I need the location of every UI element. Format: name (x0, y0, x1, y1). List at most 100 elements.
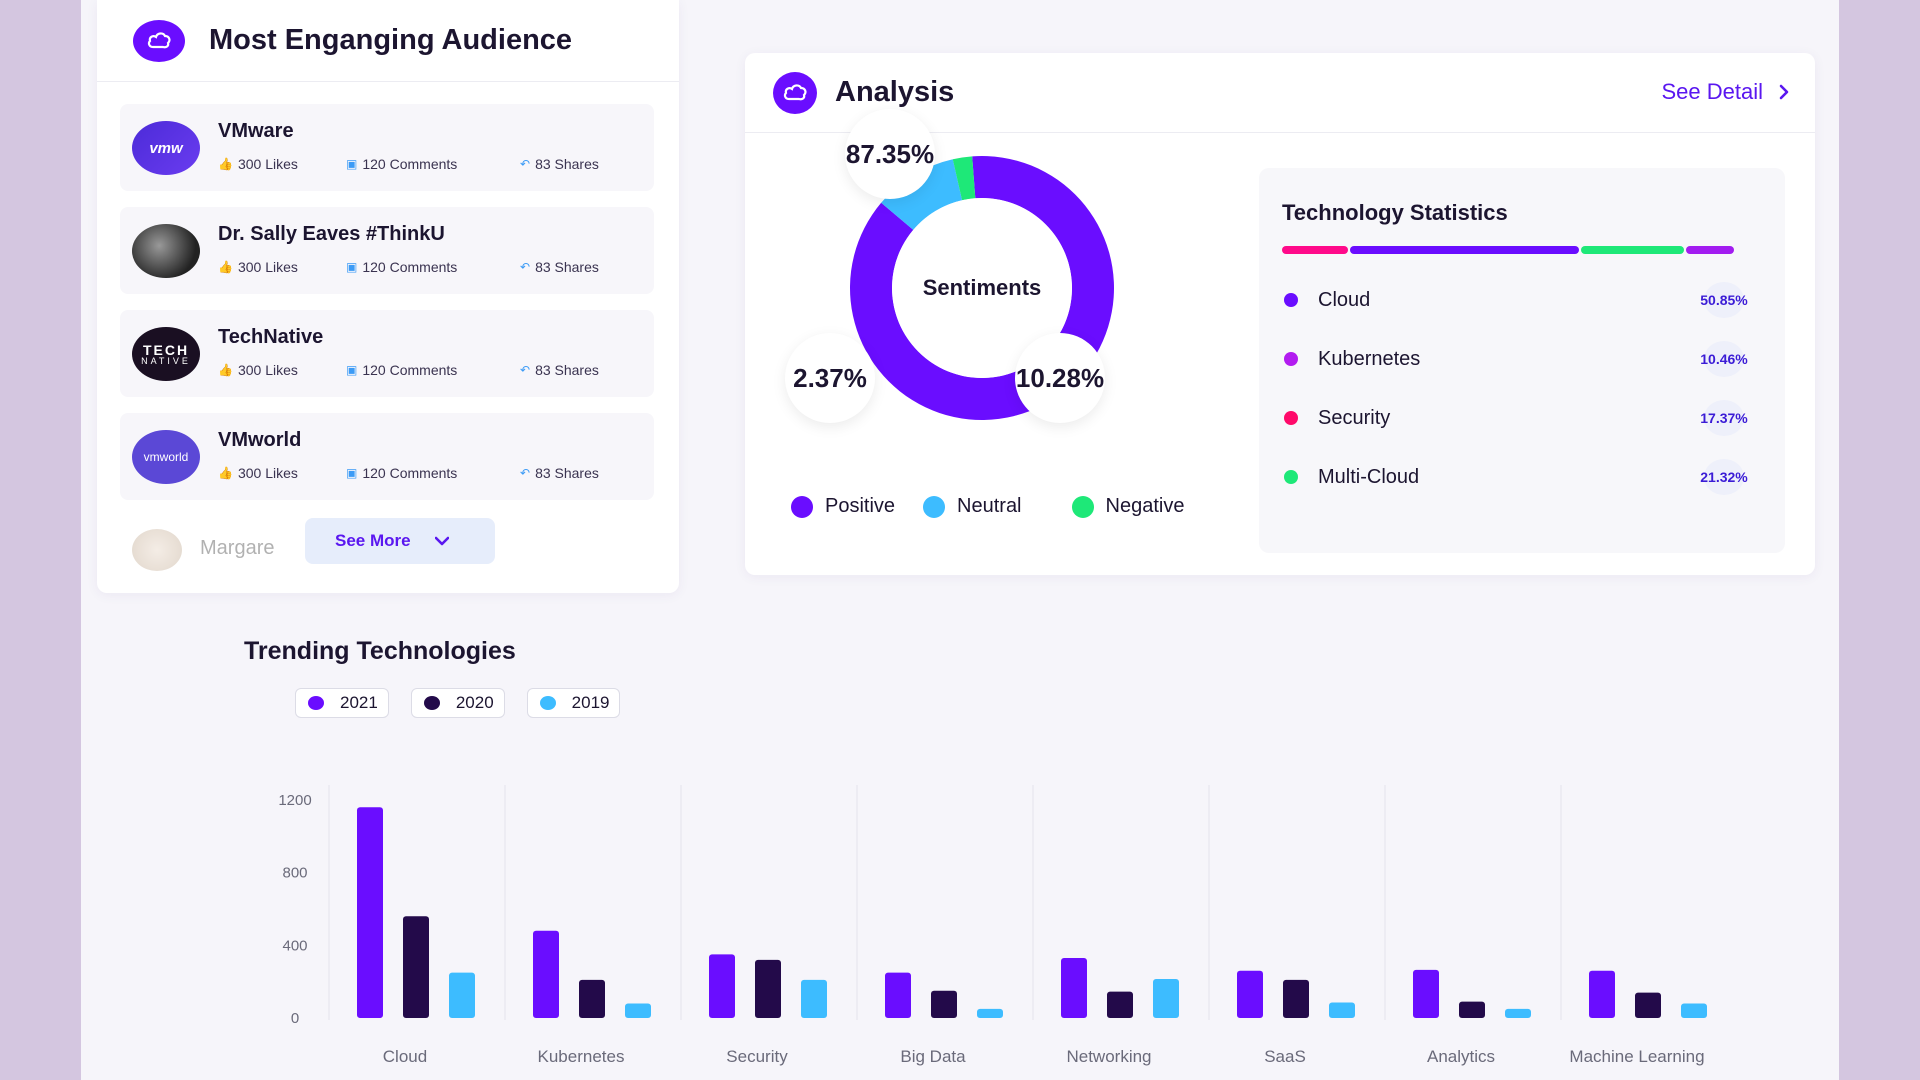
audience-item-name: VMware (218, 120, 294, 142)
comments-stat: ▣ 120 Comments (346, 259, 457, 275)
legend-2021[interactable]: 2021 (295, 688, 389, 718)
tech-percent: 21.32% (1700, 459, 1748, 495)
bar-2019 (977, 1008, 1003, 1018)
bar-2020 (1459, 1001, 1485, 1018)
likes-count: 300 Likes (237, 259, 298, 275)
bar-2021 (357, 807, 383, 1018)
audience-item-name: Margare (200, 537, 275, 559)
x-category-label: Security (726, 1047, 788, 1066)
bar-2019 (1153, 978, 1179, 1018)
bar-2019 (449, 972, 475, 1018)
cloud-icon (133, 19, 185, 62)
tech-dot (1284, 411, 1298, 425)
audience-item[interactable]: vmworld VMworld 👍 300 Likes ▣ 120 Comments… (120, 413, 654, 500)
likes-stat: 👍 300 Likes (218, 259, 298, 275)
analysis-title: Analysis (835, 76, 955, 108)
x-category-label: Kubernetes (538, 1047, 625, 1066)
tech-row-multi-cloud: Multi-Cloud 21.32% (1284, 457, 1748, 497)
shares-count: 83 Shares (535, 465, 599, 481)
legend-2019[interactable]: 2019 (526, 688, 621, 718)
x-category-label: Big Data (900, 1047, 966, 1066)
legend-negative: Negative (1071, 495, 1184, 518)
likes-stat: 👍 300 Likes (218, 465, 298, 481)
tech-bar-segment (1282, 246, 1348, 254)
see-detail-link[interactable]: See Detail (1661, 79, 1789, 105)
shares-stat: ↶ 83 Shares (520, 465, 599, 481)
tech-percent: 17.37% (1700, 400, 1748, 436)
tech-name: Kubernetes (1318, 347, 1421, 370)
tech-name: Cloud (1318, 288, 1371, 311)
bar-2021 (885, 972, 911, 1018)
audience-item-name: VMworld (218, 429, 302, 451)
bar-2021 (1061, 958, 1087, 1018)
likes-stat: 👍 300 Likes (218, 362, 298, 378)
audience-card: Most Enganging Audience vmw VMware 👍 300 … (97, 0, 679, 593)
comments-stat: ▣ 120 Comments (346, 465, 457, 481)
legend-dot (923, 495, 946, 518)
chevron-right-icon (1779, 84, 1789, 100)
tech-bar-segment (1349, 246, 1579, 254)
x-category-label: Analytics (1427, 1047, 1495, 1066)
technology-statistics-bar (1282, 246, 1736, 254)
technative-logo-text: TECH (142, 341, 190, 358)
audience-item[interactable]: vmw VMware 👍 300 Likes ▣ 120 Comments ↶ 83 … (120, 104, 654, 191)
margare-avatar (132, 529, 182, 571)
thumbs-up-icon: 👍 (218, 466, 233, 480)
legend-dot (1071, 495, 1094, 518)
cloud-icon (773, 71, 817, 114)
bar-2020 (579, 979, 605, 1018)
shares-count: 83 Shares (535, 362, 599, 378)
tech-row-kubernetes: Kubernetes 10.46% (1284, 339, 1748, 379)
trending-bar-chart: 1200 800 400 0 Cloud Kubernetes Security Big Da… (278, 785, 1707, 1066)
tech-name: Multi-Cloud (1318, 465, 1420, 488)
legend-label: 2020 (455, 693, 494, 712)
thumbs-up-icon: 👍 (218, 157, 233, 171)
chevron-down-icon (434, 536, 449, 546)
comments-count: 120 Comments (362, 259, 458, 275)
audience-item[interactable]: TECH NATIVE TechNative 👍 300 Likes ▣ 120 Co… (120, 310, 654, 397)
audience-card-header: Most Enganging Audience (97, 0, 679, 82)
likes-count: 300 Likes (237, 362, 298, 378)
bar-2020 (403, 916, 429, 1018)
trending-legend: 2021 2020 2019 (295, 688, 642, 718)
audience-item[interactable]: Dr. Sally Eaves #ThinkU 👍 300 Likes ▣ 120 … (120, 207, 654, 294)
positive-percent-bubble: 87.35% (845, 109, 935, 199)
negative-percent-bubble: 2.37% (785, 333, 875, 423)
shares-count: 83 Shares (535, 259, 599, 275)
comments-count: 120 Comments (362, 156, 458, 172)
legend-label: 2019 (571, 693, 610, 712)
legend-dot (791, 495, 813, 518)
legend-2020[interactable]: 2020 (410, 688, 505, 718)
see-detail-label: See Detail (1661, 79, 1763, 104)
bar-2019 (801, 979, 827, 1018)
comment-icon: ▣ (346, 157, 358, 171)
tech-dot (1284, 352, 1298, 366)
shares-stat: ↶ 83 Shares (520, 156, 599, 172)
share-icon: ↶ (520, 260, 531, 274)
tech-bar-segment (1686, 246, 1734, 254)
analysis-card: Analysis See Detail Sentiments 87.35% 2.… (745, 53, 1815, 575)
legend-dot (308, 696, 324, 710)
bar-2019 (1681, 1003, 1707, 1018)
legend-label: Positive (825, 495, 896, 517)
tech-percent: 50.85% (1700, 282, 1748, 318)
comments-count: 120 Comments (362, 465, 458, 481)
bar-2020 (1283, 979, 1309, 1018)
likes-count: 300 Likes (237, 465, 298, 481)
audience-title: Most Enganging Audience (209, 24, 573, 56)
neutral-percent-bubble: 10.28% (1015, 333, 1105, 423)
y-tick-label: 800 (282, 865, 307, 882)
x-category-label: Cloud (383, 1047, 427, 1066)
comment-icon: ▣ (346, 260, 358, 274)
technative-logo: TECH NATIVE (132, 327, 200, 381)
legend-dot (423, 696, 440, 710)
bar-2020 (1107, 991, 1133, 1018)
comments-stat: ▣ 120 Comments (346, 362, 457, 378)
bar-2020 (1635, 992, 1661, 1018)
legend-label: Neutral (957, 495, 1022, 517)
bar-2019 (1329, 1002, 1355, 1018)
see-more-button[interactable]: See More (305, 518, 495, 564)
y-tick-label: 1200 (278, 792, 311, 809)
x-category-label: SaaS (1264, 1047, 1306, 1066)
vmware-logo: vmw (132, 121, 200, 175)
